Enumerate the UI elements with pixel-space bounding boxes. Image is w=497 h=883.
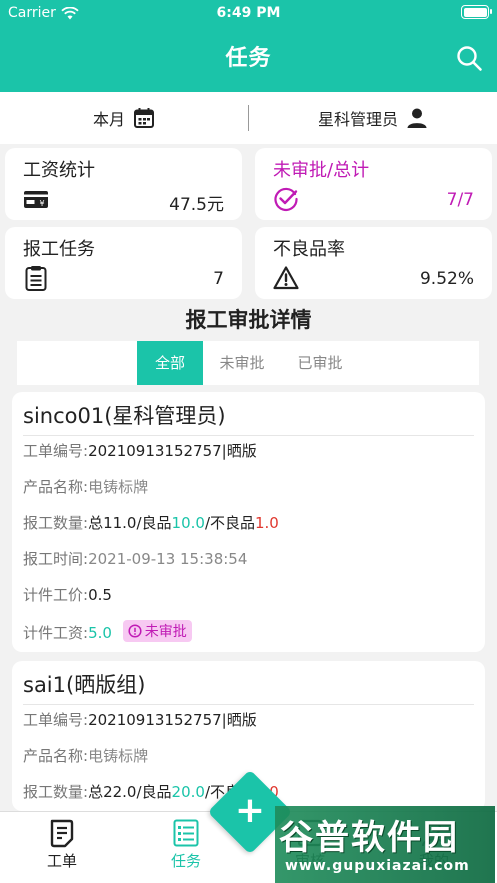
order-number-row: 工单编号:20210913152757|晒版 xyxy=(23,440,257,461)
product-name-value: 电铸标牌 xyxy=(88,747,149,765)
clipboard-icon xyxy=(25,266,47,291)
quantity-row: 报工数量:总11.0/良品10.0/不良品1.0 xyxy=(23,512,279,533)
pending-stat-title: 未审批/总计 xyxy=(273,160,370,181)
info-circle-icon xyxy=(128,624,142,638)
report-time-label: 报工时间: xyxy=(23,550,89,568)
status-badge-label: 未审批 xyxy=(144,624,187,640)
svg-text:¥: ¥ xyxy=(39,199,44,208)
tab-all[interactable]: 全部 xyxy=(137,341,203,385)
piece-wage-value: 5.0 xyxy=(88,624,112,642)
unit-price-value: 0.5 xyxy=(88,586,112,604)
task-card-title: sinco01(星科管理员) xyxy=(23,404,226,428)
product-name-value: 电铸标牌 xyxy=(88,478,149,496)
list-icon xyxy=(173,819,199,847)
order-number-label: 工单编号: xyxy=(23,442,89,460)
quantity-good-label: /良品 xyxy=(136,783,172,801)
wage-stat-value: 47.5元 xyxy=(169,195,224,215)
report-time-value: 2021-09-13 15:38:54 xyxy=(88,550,248,568)
quantity-total: 总22.0 xyxy=(88,783,137,801)
period-filter[interactable]: 本月 xyxy=(0,92,248,144)
approval-tabs: 全部 未审批 已审批 xyxy=(17,341,479,385)
product-name-row: 产品名称:电铸标牌 xyxy=(23,476,148,497)
task-card-divider xyxy=(23,704,474,705)
user-label: 星科管理员 xyxy=(317,110,398,129)
quantity-good-label: /良品 xyxy=(136,514,172,532)
unit-price-row: 计件工价:0.5 xyxy=(23,584,112,605)
tasks-stat-value: 7 xyxy=(213,269,224,289)
watermark: 谷普软件园 www.gupuxiazai.com xyxy=(275,806,495,883)
tasks-stat-title: 报工任务 xyxy=(23,239,95,260)
order-number-value: 20210913152757|晒版 xyxy=(88,442,257,460)
quantity-good: 20.0 xyxy=(171,783,205,801)
warning-icon xyxy=(273,266,299,290)
filter-bar: 本月 星科管理员 xyxy=(0,92,497,144)
app-header: Carrier 6:49 PM 任务 xyxy=(0,0,497,92)
quantity-bad: 1.0 xyxy=(255,514,279,532)
quantity-bad-label: /不良品 xyxy=(204,514,255,532)
report-time-row: 报工时间:2021-09-13 15:38:54 xyxy=(23,548,247,569)
product-name-label: 产品名称: xyxy=(23,747,89,765)
defect-stat-title: 不良品率 xyxy=(273,239,345,260)
piece-wage-row: 计件工资:5.0 未审批 xyxy=(23,620,192,643)
order-number-label: 工单编号: xyxy=(23,711,89,729)
tab-approved[interactable]: 已审批 xyxy=(287,341,353,385)
pending-stat-card[interactable]: 未审批/总计 7/7 xyxy=(255,148,492,220)
unit-price-label: 计件工价: xyxy=(23,586,89,604)
wage-stat-title: 工资统计 xyxy=(23,160,95,181)
plus-icon[interactable]: + xyxy=(220,782,280,842)
tasks-stat-card[interactable]: 报工任务 7 xyxy=(5,227,242,299)
status-bar: Carrier 6:49 PM xyxy=(0,0,497,26)
quantity-label: 报工数量: xyxy=(23,783,89,801)
period-label: 本月 xyxy=(92,110,125,129)
nav-tasks-label: 任务 xyxy=(170,852,201,870)
clock: 6:49 PM xyxy=(216,5,281,21)
person-icon xyxy=(407,108,427,128)
battery-icon xyxy=(461,5,492,19)
nav-item-orders[interactable]: 工单 xyxy=(12,818,112,871)
tab-pending[interactable]: 未审批 xyxy=(209,341,275,385)
document-icon xyxy=(50,819,74,848)
quantity-label: 报工数量: xyxy=(23,514,89,532)
order-number-value: 20210913152757|晒版 xyxy=(88,711,257,729)
task-card-divider xyxy=(23,435,474,436)
nav-orders-label: 工单 xyxy=(46,852,77,870)
order-number-row: 工单编号:20210913152757|晒版 xyxy=(23,709,257,730)
search-icon[interactable] xyxy=(455,44,483,72)
status-badge: 未审批 xyxy=(122,620,192,642)
section-title: 报工审批详情 xyxy=(185,308,312,332)
quantity-total: 总11.0 xyxy=(88,514,137,532)
product-name-row: 产品名称:电铸标牌 xyxy=(23,745,148,766)
quantity-good: 10.0 xyxy=(171,514,205,532)
wage-stat-card[interactable]: 工资统计 ¥ 47.5元 xyxy=(5,148,242,220)
check-circle-icon xyxy=(274,187,298,211)
calendar-icon xyxy=(134,108,154,128)
product-name-label: 产品名称: xyxy=(23,478,89,496)
watermark-text: 谷普软件园 xyxy=(279,818,459,858)
wallet-card-icon: ¥ xyxy=(24,191,48,208)
page-title: 任务 xyxy=(225,46,272,71)
pending-stat-value: 7/7 xyxy=(446,190,474,210)
defect-stat-value: 9.52% xyxy=(419,269,474,289)
user-filter[interactable]: 星科管理员 xyxy=(249,92,497,144)
task-card-title: sai1(晒版组) xyxy=(23,673,146,697)
piece-wage-label: 计件工资: xyxy=(23,624,89,642)
defect-stat-card[interactable]: 不良品率 9.52% xyxy=(255,227,492,299)
watermark-url: www.gupuxiazai.com xyxy=(285,858,470,874)
task-card[interactable]: sinco01(星科管理员) 工单编号:20210913152757|晒版 产品… xyxy=(12,392,485,652)
